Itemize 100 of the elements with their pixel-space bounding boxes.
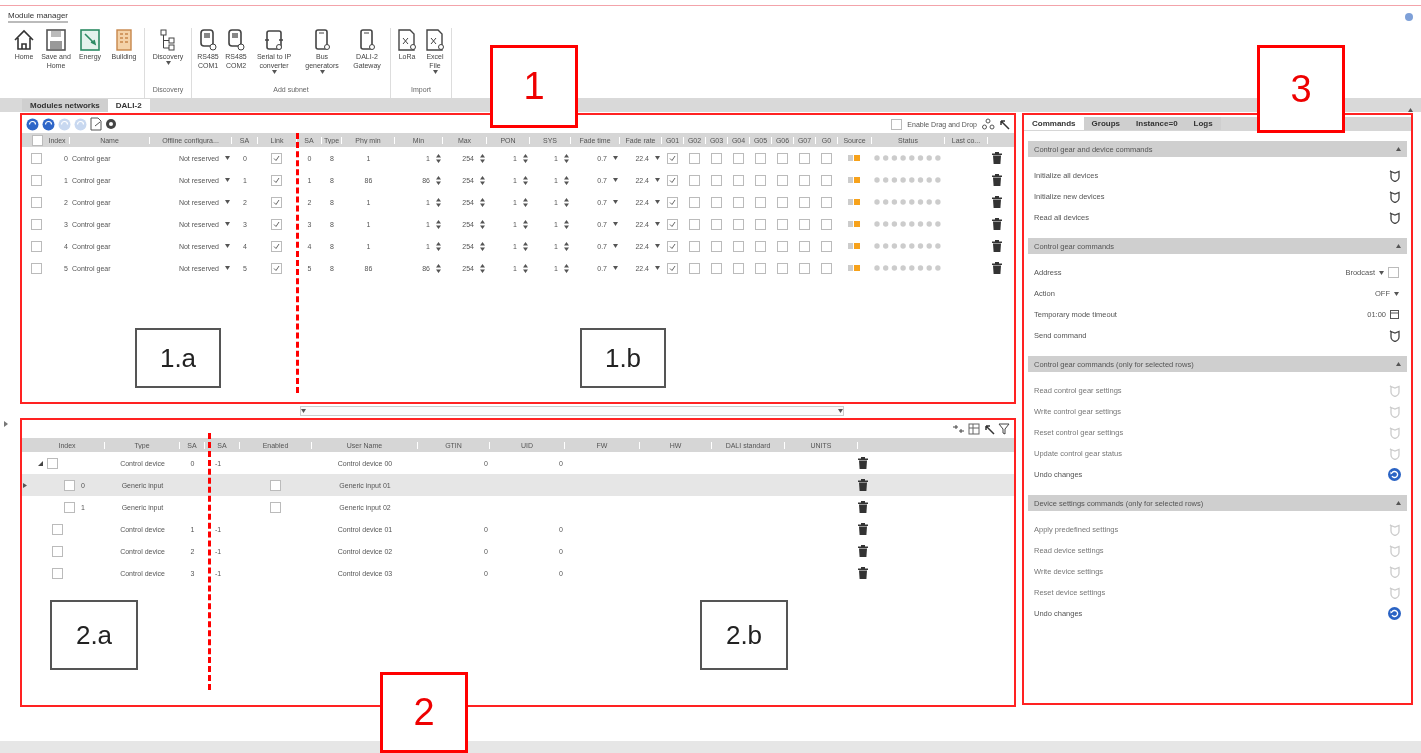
panel-tab[interactable]: Commands [1024,117,1084,130]
spinner-icon[interactable] [480,219,485,229]
spinner-icon[interactable] [564,175,569,185]
spinner-icon[interactable] [436,175,441,185]
checkbox[interactable] [666,152,678,164]
spinner-icon[interactable] [436,219,441,229]
checkbox[interactable] [776,196,788,208]
horizontal-scrollbar[interactable] [300,406,844,416]
checkbox[interactable] [820,218,832,230]
cursor-icon[interactable] [983,423,995,435]
checkbox[interactable] [666,196,678,208]
document-icon[interactable] [90,117,102,131]
checkbox[interactable] [271,240,282,252]
cursor-icon[interactable] [998,118,1010,130]
trash-icon[interactable] [858,479,868,491]
checkbox[interactable] [820,240,832,252]
checkbox[interactable] [754,196,766,208]
document-tab[interactable]: DALI-2 [107,99,150,112]
checkbox[interactable] [754,152,766,164]
spinner-icon[interactable] [564,241,569,251]
expand-icon[interactable] [4,421,8,427]
calendar-icon[interactable] [1390,310,1399,319]
round-action-icon[interactable] [42,117,55,131]
spinner-icon[interactable] [564,153,569,163]
undo-icon[interactable] [1388,607,1401,620]
spinner-icon[interactable] [436,241,441,251]
shield-icon[interactable] [1389,169,1401,182]
checkbox[interactable] [666,218,678,230]
trash-icon[interactable] [991,218,1002,230]
round-action-icon[interactable] [26,117,39,131]
spinner-icon[interactable] [480,197,485,207]
checkbox[interactable] [31,218,42,230]
spinner-icon[interactable] [523,153,528,163]
trash-icon[interactable] [991,152,1002,164]
select-all-checkbox[interactable] [32,134,43,146]
trash-icon[interactable] [858,501,868,513]
spinner-icon[interactable] [564,263,569,273]
trash-icon[interactable] [991,174,1002,186]
checkbox[interactable] [688,262,700,274]
checkbox[interactable] [688,240,700,252]
checkbox[interactable] [52,523,63,535]
trash-icon[interactable] [991,240,1002,252]
spinner-icon[interactable] [523,241,528,251]
checkbox[interactable] [891,118,903,130]
spinner-icon[interactable] [480,241,485,251]
shield-icon[interactable] [1389,329,1401,342]
checkbox[interactable] [31,196,42,208]
checkbox[interactable] [820,196,832,208]
checkbox[interactable] [271,218,282,230]
checkbox[interactable] [798,174,810,186]
checkbox[interactable] [710,152,722,164]
panel-tab[interactable]: Logs [1185,117,1221,130]
spinner-icon[interactable] [480,153,485,163]
checkbox[interactable] [688,196,700,208]
trash-icon[interactable] [858,457,868,469]
checkbox[interactable] [31,174,42,186]
checkbox[interactable] [52,545,63,557]
trash-icon[interactable] [858,545,868,557]
checkbox[interactable] [31,152,42,164]
checkbox[interactable] [52,567,63,579]
checkbox[interactable] [732,196,744,208]
shield-icon[interactable] [1389,190,1401,203]
spinner-icon[interactable] [480,175,485,185]
spinner-icon[interactable] [523,197,528,207]
checkbox[interactable] [820,174,832,186]
checkbox[interactable] [776,174,788,186]
checkbox[interactable] [732,152,744,164]
spinner-icon[interactable] [564,197,569,207]
checkbox[interactable] [666,174,678,186]
checkbox[interactable] [269,479,281,491]
checkbox[interactable] [820,262,832,274]
shield-icon[interactable] [1389,211,1401,224]
checkbox[interactable] [64,501,75,513]
spinner-icon[interactable] [523,263,528,273]
checkbox[interactable] [271,196,282,208]
network-icon[interactable] [982,118,995,130]
add-node-icon[interactable] [952,423,965,435]
checkbox[interactable] [798,262,810,274]
trash-icon[interactable] [991,196,1002,208]
spinner-icon[interactable] [436,263,441,273]
checkbox[interactable] [798,240,810,252]
help-icon[interactable] [1405,13,1413,21]
spinner-icon[interactable] [523,175,528,185]
checkbox[interactable] [776,152,788,164]
undo-icon[interactable] [1388,468,1401,481]
trash-icon[interactable] [858,567,868,579]
spinner-icon[interactable] [436,197,441,207]
checkbox[interactable] [710,262,722,274]
checkbox[interactable] [269,501,281,513]
checkbox[interactable] [776,262,788,274]
trash-icon[interactable] [991,262,1002,274]
panel-tab[interactable]: Groups [1083,117,1128,130]
checkbox[interactable] [688,174,700,186]
checkbox[interactable] [732,174,744,186]
checkbox[interactable] [710,218,722,230]
spinner-icon[interactable] [436,153,441,163]
checkbox[interactable] [271,174,282,186]
checkbox[interactable] [710,174,722,186]
checkbox[interactable] [776,240,788,252]
trash-icon[interactable] [858,523,868,535]
